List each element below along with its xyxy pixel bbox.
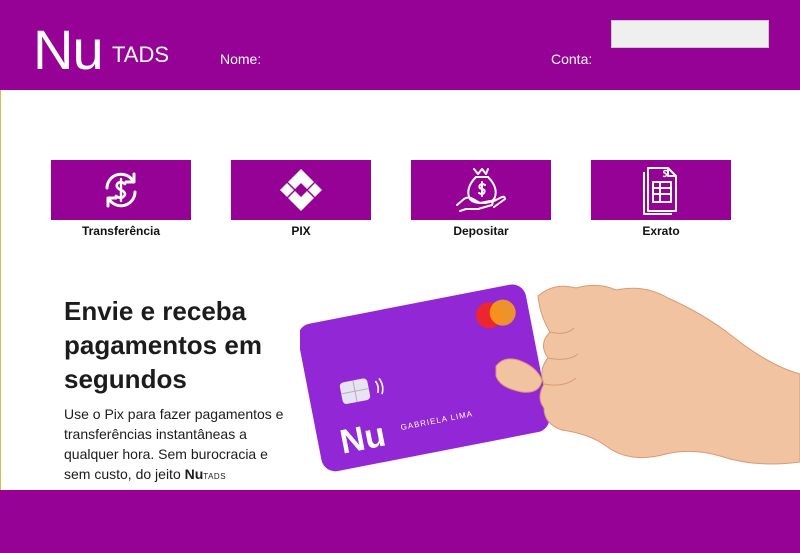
- nome-label: Nome:: [220, 51, 262, 67]
- depositar-tile[interactable]: [411, 160, 551, 220]
- promo-brand-tads: TADS: [203, 472, 227, 481]
- bottom-footer: [0, 490, 800, 553]
- money-bag-deposit-icon: [456, 168, 506, 212]
- pix-label: PIX: [291, 224, 311, 238]
- transfer-dollar-icon: [105, 172, 137, 208]
- hand-holding-card-image: Nu GABRIELA LIMA: [300, 284, 800, 472]
- extrato-button[interactable]: Exrato: [591, 160, 731, 238]
- hand: [495, 284, 800, 465]
- top-header: Nu TADS Nome: Conta:: [0, 0, 800, 90]
- transferencia-label: Transferência: [81, 224, 161, 238]
- promo-body: Use o Pix para fazer pagamentos e transf…: [64, 404, 296, 487]
- depositar-button[interactable]: Depositar: [411, 160, 551, 238]
- promo-headline: Envie e receba pagamentos em segundos: [64, 296, 262, 394]
- pix-tile[interactable]: [231, 160, 371, 220]
- pix-button[interactable]: PIX: [231, 160, 371, 238]
- conta-input[interactable]: [611, 20, 769, 48]
- logo-nu: Nu: [33, 18, 104, 81]
- transferencia-tile[interactable]: [51, 160, 191, 220]
- pix-icon: [280, 169, 322, 211]
- promo-brand-nu: Nu: [184, 466, 204, 482]
- logo-tads: TADS: [112, 42, 170, 67]
- transferencia-button[interactable]: Transferência: [51, 160, 191, 238]
- extrato-tile[interactable]: [591, 160, 731, 220]
- extrato-label: Exrato: [642, 224, 680, 238]
- conta-label: Conta:: [551, 51, 593, 67]
- promo-body-text: Use o Pix para fazer pagamentos e transf…: [64, 406, 284, 482]
- pix-promo-banner: Envie e receba pagamentos em segundos Us…: [0, 270, 800, 490]
- statement-document-icon: [643, 167, 677, 215]
- depositar-label: Depositar: [453, 224, 509, 238]
